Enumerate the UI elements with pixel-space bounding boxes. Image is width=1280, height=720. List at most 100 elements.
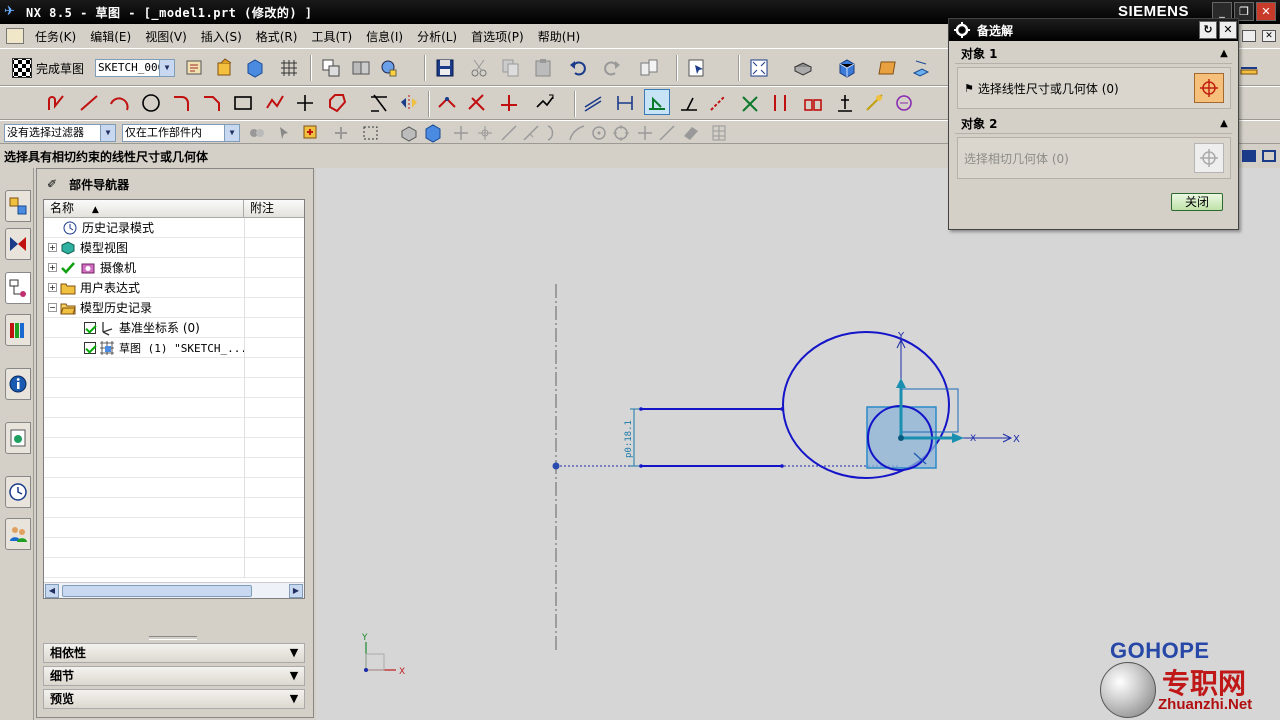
part-navigator-tab[interactable] <box>5 272 31 304</box>
polygon-tool-button[interactable] <box>262 90 288 116</box>
scope-filter-select[interactable]: 仅在工作部件内 ▼ <box>122 124 240 142</box>
assembly-navigator-tab[interactable] <box>5 190 31 222</box>
add-icon[interactable] <box>328 120 354 146</box>
perpendicular-button[interactable] <box>496 90 522 116</box>
splitter-handle[interactable] <box>149 636 197 640</box>
visibility-checkbox[interactable] <box>84 321 96 334</box>
scroll-left-icon[interactable]: ◀ <box>45 584 59 598</box>
fillet-tool-button[interactable] <box>168 90 194 116</box>
tree-node-datum-csys[interactable]: 基准坐标系 (0) <box>44 318 304 338</box>
copy-icon[interactable] <box>498 55 524 81</box>
feature-filter-icon[interactable] <box>298 120 324 146</box>
offset-curve-button[interactable] <box>324 90 350 116</box>
object1-group-header[interactable]: 对象 1 ▲ <box>955 44 1232 64</box>
snap-midpoint-icon[interactable] <box>472 120 498 146</box>
tree-node-history-mode[interactable]: 历史记录模式 <box>44 218 304 238</box>
web-browser-tab[interactable] <box>5 422 31 454</box>
sketch-group-button[interactable] <box>892 90 918 116</box>
menu-edit[interactable]: 编辑(E) <box>83 28 138 45</box>
tree-node-model-history[interactable]: − 模型历史记录 <box>44 298 304 318</box>
line-tool-button[interactable] <box>76 90 102 116</box>
type-filter-select[interactable]: 没有选择过滤器 ▼ <box>4 124 116 142</box>
snap-on-face-icon[interactable] <box>678 120 704 146</box>
solid-filter-icon[interactable] <box>420 120 446 146</box>
arc-tool-button[interactable] <box>106 90 132 116</box>
section-preview[interactable]: 预览 ▼ <box>43 689 305 709</box>
snap-endpoint-icon[interactable] <box>448 120 474 146</box>
point-tool-button[interactable] <box>292 90 318 116</box>
dimension-button[interactable] <box>434 90 460 116</box>
restore-graphics-icon[interactable] <box>1242 30 1256 42</box>
object2-select-button[interactable] <box>1194 143 1224 173</box>
menu-info[interactable]: 信息(I) <box>359 28 410 45</box>
undo-icon[interactable] <box>566 55 592 81</box>
orient-view-button[interactable] <box>834 55 860 81</box>
rendering-style-button[interactable] <box>790 55 816 81</box>
close-button[interactable]: 关闭 <box>1171 193 1223 211</box>
menu-analysis[interactable]: 分析(L) <box>410 28 464 45</box>
horizontal-scrollbar[interactable]: ◀ ▶ <box>44 582 304 598</box>
relations-browser-button[interactable] <box>738 90 764 116</box>
pin-icon[interactable]: ✐ <box>47 177 57 191</box>
scrollbar-thumb[interactable] <box>62 585 252 597</box>
reset-icon[interactable]: ↻ <box>1199 21 1217 39</box>
gear-icon[interactable] <box>953 21 971 39</box>
show-all-constraints-button[interactable] <box>612 90 638 116</box>
grid-snap-button[interactable] <box>276 55 302 81</box>
constraint-button[interactable] <box>464 90 490 116</box>
visibility-checkbox[interactable] <box>84 341 96 354</box>
section-details[interactable]: 细节 ▼ <box>43 666 305 686</box>
object2-select-row[interactable]: 选择相切几何体 (0) <box>964 150 1069 167</box>
history-palette-tab[interactable] <box>5 476 31 508</box>
tree-node-user-expressions[interactable]: + 用户表达式 <box>44 278 304 298</box>
snap-bounded-grid-icon[interactable] <box>706 120 732 146</box>
fit-view-button[interactable] <box>746 55 772 81</box>
menu-help[interactable]: 帮助(H) <box>531 28 587 45</box>
measure-icon[interactable] <box>1236 55 1262 81</box>
inferred-constraints-button[interactable] <box>768 90 794 116</box>
sketch-orient-view-button[interactable] <box>182 55 208 81</box>
constraint-navigator-tab[interactable] <box>5 228 31 260</box>
sketch-style-button[interactable] <box>862 90 888 116</box>
continuous-auto-dim-button[interactable] <box>832 90 858 116</box>
object1-select-row[interactable]: ⚑ 选择线性尺寸或几何体 (0) <box>964 80 1119 97</box>
close-window-button[interactable]: ✕ <box>1256 2 1276 21</box>
paste-icon[interactable] <box>530 55 556 81</box>
roles-tab[interactable] <box>5 518 31 550</box>
command-finder-button[interactable] <box>636 55 662 81</box>
sketch-name-select[interactable]: SKETCH_000 ▼ <box>95 59 175 77</box>
chamfer-tool-button[interactable] <box>198 90 224 116</box>
alternate-solution-button[interactable] <box>644 89 670 115</box>
reattach-sketch-button[interactable] <box>212 55 238 81</box>
tree-node-model-views[interactable]: + 模型视图 <box>44 238 304 258</box>
finish-sketch-button[interactable]: 完成草图 <box>12 56 84 80</box>
assembly-filter-icon[interactable] <box>244 120 270 146</box>
scroll-right-icon[interactable]: ▶ <box>289 584 303 598</box>
menu-tools[interactable]: 工具(T) <box>304 28 359 45</box>
column-name-header[interactable]: 名称 ▲ <box>44 200 244 217</box>
object2-group-header[interactable]: 对象 2 ▲ <box>955 114 1232 134</box>
menu-insert[interactable]: 插入(S) <box>194 28 249 45</box>
snap-intersection-icon[interactable] <box>540 120 566 146</box>
menu-task[interactable]: 任务(K) <box>28 28 83 45</box>
animate-dimension-button[interactable] <box>676 90 702 116</box>
section-dependencies[interactable]: 相依性 ▼ <box>43 643 305 663</box>
update-model-button[interactable] <box>242 55 268 81</box>
sketch-params-button[interactable] <box>318 55 344 81</box>
delay-evaluation-button[interactable] <box>348 55 374 81</box>
quick-trim-button[interactable] <box>366 90 392 116</box>
circle-tool-button[interactable] <box>138 90 164 116</box>
close-graphics-icon[interactable]: ✕ <box>1262 30 1276 42</box>
mirror-curve-button[interactable] <box>396 90 422 116</box>
info-window-tab[interactable] <box>5 368 31 400</box>
snap-quadrant-icon[interactable] <box>608 120 634 146</box>
column-notes-header[interactable]: 附注 <box>244 200 304 217</box>
expand-icon[interactable]: + <box>48 263 57 272</box>
menu-format[interactable]: 格式(R) <box>249 28 305 45</box>
close-icon[interactable]: ✕ <box>1219 21 1237 39</box>
redo-icon[interactable] <box>598 55 624 81</box>
background-button[interactable] <box>876 55 902 81</box>
show-constraints-button[interactable] <box>580 90 606 116</box>
expand-icon[interactable]: + <box>48 243 57 252</box>
auto-constrain-button[interactable] <box>532 90 558 116</box>
